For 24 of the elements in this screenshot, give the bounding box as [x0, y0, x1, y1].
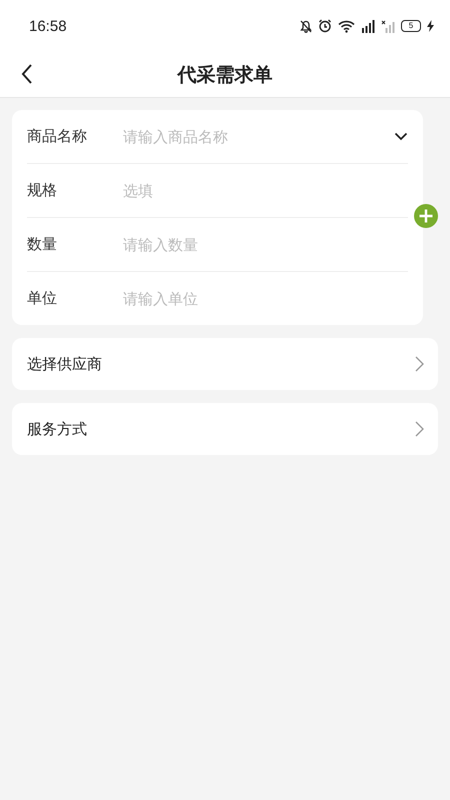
bell-off-icon: [300, 20, 312, 32]
field-label: 数量: [27, 235, 58, 254]
input-field[interactable]: 请输入数量: [123, 236, 408, 254]
chevron-right-icon: [415, 356, 424, 372]
page-title: 代采需求单: [178, 62, 272, 88]
chevron-down-icon[interactable]: [394, 132, 408, 141]
back-icon[interactable]: [21, 64, 33, 84]
input-field[interactable]: 请输入单位: [123, 290, 408, 308]
battery-indicator: 5: [401, 20, 421, 32]
field-label: 单位: [27, 289, 58, 308]
add-icon[interactable]: [414, 204, 438, 228]
input-field[interactable]: 选填: [123, 182, 408, 200]
signal-icon: [361, 20, 375, 32]
wifi-icon: [338, 20, 355, 32]
field-label: 规格: [27, 181, 58, 200]
signal-icon: [381, 20, 395, 32]
charging-icon: [427, 20, 434, 32]
menu-row[interactable]: 选择供应商: [12, 338, 438, 390]
field-label: 商品名称: [27, 127, 88, 146]
alarm-icon: [318, 19, 332, 33]
status-time: 16:58: [29, 18, 67, 34]
menu-row[interactable]: 服务方式: [12, 403, 438, 455]
chevron-right-icon: [415, 421, 424, 437]
input-field[interactable]: 请输入商品名称: [123, 128, 394, 146]
